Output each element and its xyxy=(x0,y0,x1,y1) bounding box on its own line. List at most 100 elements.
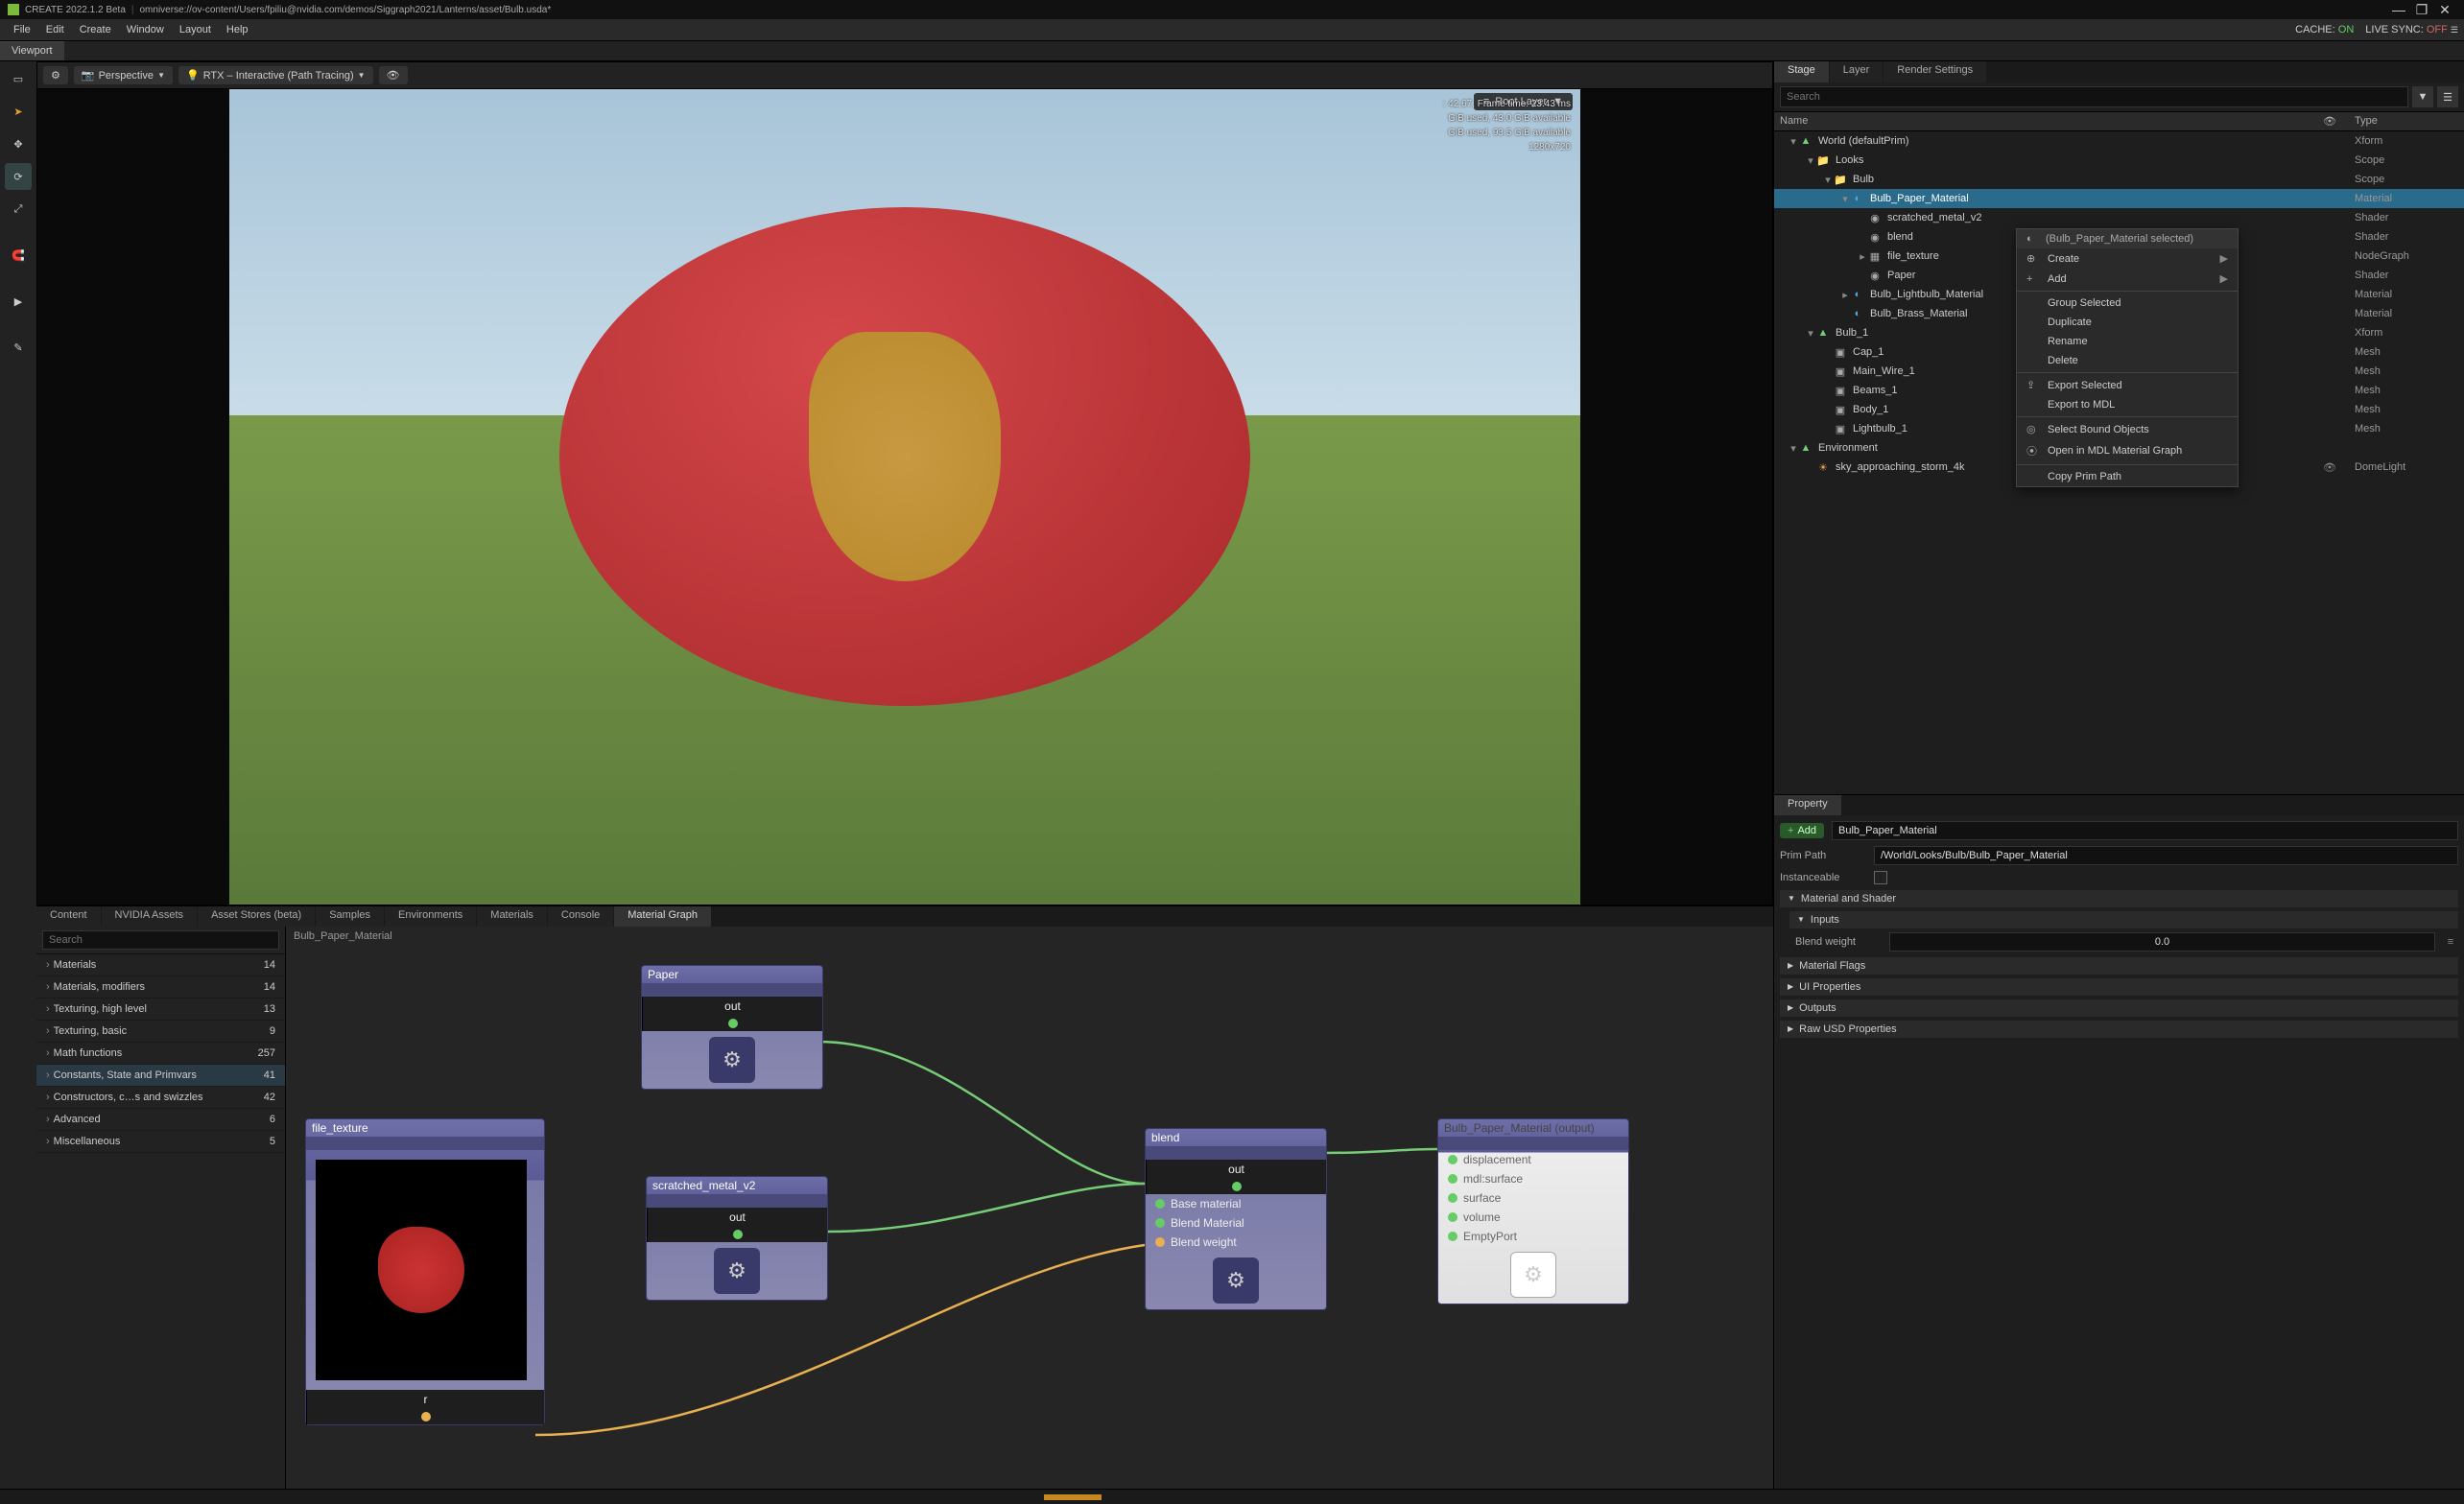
blend-weight-field[interactable]: 0.0 xyxy=(1889,932,2435,952)
livesync-status[interactable]: LIVE SYNC: OFF ☰ xyxy=(2365,24,2458,35)
section-inputs[interactable]: ▼Inputs xyxy=(1789,911,2458,928)
matlib-item[interactable]: ›Miscellaneous5 xyxy=(36,1131,285,1153)
tree-row[interactable]: ▾◐Bulb_Paper_MaterialMaterial xyxy=(1774,189,2464,208)
graph-breadcrumb[interactable]: Bulb_Paper_Material xyxy=(294,930,392,942)
timeline-marker[interactable] xyxy=(1044,1494,1102,1500)
visibility-toggle[interactable]: 👁 xyxy=(379,66,408,84)
brush-tool[interactable]: ✎ xyxy=(5,334,32,361)
tab-content[interactable]: Content xyxy=(36,906,101,927)
menu-help[interactable]: Help xyxy=(219,24,256,35)
menu-file[interactable]: File xyxy=(6,24,38,35)
port-volume[interactable]: volume xyxy=(1438,1208,1628,1227)
ctxmenu-item[interactable]: ⇪Export Selected xyxy=(2017,375,2238,395)
section-material-flags[interactable]: ▶Material Flags xyxy=(1780,957,2458,975)
gear-icon[interactable]: ⚙ xyxy=(1213,1257,1259,1304)
menu-window[interactable]: Window xyxy=(119,24,172,35)
tab-material-graph[interactable]: Material Graph xyxy=(614,906,711,927)
ctxmenu-item[interactable]: Delete xyxy=(2017,351,2238,370)
minimize-button[interactable]: — xyxy=(2387,2,2410,17)
add-button[interactable]: +Add xyxy=(1780,823,1824,838)
matlib-search-input[interactable] xyxy=(42,930,279,950)
ctxmenu-item[interactable]: ⊕Create▶ xyxy=(2017,248,2238,269)
matlib-item[interactable]: ›Materials, modifiers14 xyxy=(36,976,285,999)
stage-options-button[interactable]: ☰ xyxy=(2437,86,2458,107)
context-menu[interactable]: ◐(Bulb_Paper_Material selected) ⊕Create▶… xyxy=(2016,228,2239,487)
tab-nvidia-assets[interactable]: NVIDIA Assets xyxy=(102,906,198,927)
tab-samples[interactable]: Samples xyxy=(316,906,384,927)
matlib-item[interactable]: ›Texturing, basic9 xyxy=(36,1021,285,1043)
ctxmenu-item[interactable]: Export to MDL xyxy=(2017,395,2238,414)
port-out[interactable]: out xyxy=(647,1208,827,1242)
section-material-shader[interactable]: ▼Material and Shader xyxy=(1780,890,2458,907)
ctxmenu-item[interactable]: Copy Prim Path xyxy=(2017,467,2238,486)
close-button[interactable]: ✕ xyxy=(2433,2,2456,18)
port-surface[interactable]: surface xyxy=(1438,1188,1628,1208)
menu-edit[interactable]: Edit xyxy=(38,24,72,35)
tab-console[interactable]: Console xyxy=(548,906,613,927)
stage-search-input[interactable] xyxy=(1780,86,2408,107)
scale-tool[interactable]: ⤢ xyxy=(5,196,32,223)
port-out[interactable]: out xyxy=(642,997,822,1031)
ctxmenu-item[interactable]: +Add▶ xyxy=(2017,269,2238,289)
tab-viewport[interactable]: Viewport xyxy=(0,41,64,60)
rotate-tool[interactable]: ⟳ xyxy=(5,163,32,190)
menu-layout[interactable]: Layout xyxy=(172,24,219,35)
port-out[interactable]: out xyxy=(1146,1160,1326,1194)
menu-create[interactable]: Create xyxy=(72,24,119,35)
gear-icon[interactable]: ⚙ xyxy=(709,1037,755,1083)
tree-row[interactable]: ▾📁BulbScope xyxy=(1774,170,2464,189)
matlib-item[interactable]: ›Texturing, high level13 xyxy=(36,999,285,1021)
port-base-material[interactable]: Base material xyxy=(1146,1194,1326,1213)
section-raw-usd[interactable]: ▶Raw USD Properties xyxy=(1780,1021,2458,1038)
port-r[interactable]: r xyxy=(306,1390,544,1424)
matlib-item[interactable]: ›Constructors, c…s and swizzles42 xyxy=(36,1087,285,1109)
port-blend-weight[interactable]: Blend weight xyxy=(1146,1233,1326,1252)
move-tool[interactable]: ✥ xyxy=(5,130,32,157)
section-ui-properties[interactable]: ▶UI Properties xyxy=(1780,978,2458,996)
tab-layer[interactable]: Layer xyxy=(1830,61,1884,82)
matlib-item[interactable]: ›Advanced6 xyxy=(36,1109,285,1131)
ctxmenu-item[interactable]: Duplicate xyxy=(2017,313,2238,332)
matlib-item[interactable]: ›Math functions257 xyxy=(36,1043,285,1065)
ctxmenu-item[interactable]: ⦿Open in MDL Material Graph xyxy=(2017,439,2238,462)
matlib-item[interactable]: ›Materials14 xyxy=(36,954,285,976)
camera-dropdown[interactable]: 📷 Perspective ▼ xyxy=(74,66,173,84)
snap-tool[interactable]: 🧲 xyxy=(5,242,32,269)
ctxmenu-item[interactable]: Group Selected xyxy=(2017,294,2238,313)
tree-row[interactable]: ▾▲World (defaultPrim)Xform xyxy=(1774,131,2464,151)
renderer-dropdown[interactable]: 💡 RTX – Interactive (Path Tracing) ▼ xyxy=(178,66,373,84)
select-tool[interactable]: ▭ xyxy=(5,65,32,92)
gear-icon[interactable]: ⚙ xyxy=(714,1248,760,1294)
maximize-button[interactable]: ❐ xyxy=(2410,2,2433,18)
primpath-field[interactable]: /World/Looks/Bulb/Bulb_Paper_Material xyxy=(1874,846,2458,865)
tree-row[interactable]: ▾📁LooksScope xyxy=(1774,151,2464,170)
tab-materials[interactable]: Materials xyxy=(477,906,547,927)
viewport-3d[interactable]: ≡Root Layer▼ : 42.67, Frame time: 23.43 … xyxy=(229,89,1580,905)
stage-filter-button[interactable]: ▼ xyxy=(2412,86,2433,107)
tab-property[interactable]: Property xyxy=(1774,795,1841,815)
node-scratched-metal[interactable]: scratched_metal_v2 out ⚙ xyxy=(646,1176,828,1301)
ctxmenu-item[interactable]: Rename xyxy=(2017,332,2238,351)
material-graph-canvas[interactable]: Bulb_Paper_Material Paper out ⚙ file_te xyxy=(286,927,1773,1489)
arrow-tool[interactable]: ➤ xyxy=(5,98,32,125)
blend-weight-slider[interactable]: ≡ xyxy=(2443,936,2458,948)
viewport-settings-button[interactable]: ⚙ xyxy=(43,66,68,84)
section-outputs[interactable]: ▶Outputs xyxy=(1780,999,2458,1017)
node-blend[interactable]: blend out Base material Blend Material B… xyxy=(1145,1128,1327,1310)
ctxmenu-item[interactable]: ◎Select Bound Objects xyxy=(2017,419,2238,439)
tab-environments[interactable]: Environments xyxy=(385,906,476,927)
tree-row[interactable]: ◉scratched_metal_v2Shader xyxy=(1774,208,2464,227)
port-blend-material[interactable]: Blend Material xyxy=(1146,1213,1326,1233)
node-paper[interactable]: Paper out ⚙ xyxy=(641,965,823,1090)
tab-render-settings[interactable]: Render Settings xyxy=(1884,61,1986,82)
prim-name-field[interactable]: Bulb_Paper_Material xyxy=(1832,821,2458,840)
node-output[interactable]: Bulb_Paper_Material (output) displacemen… xyxy=(1437,1118,1629,1304)
port-empty[interactable]: EmptyPort xyxy=(1438,1227,1628,1246)
tab-asset-stores[interactable]: Asset Stores (beta) xyxy=(198,906,315,927)
port-mdl-surface[interactable]: mdl:surface xyxy=(1438,1169,1628,1188)
play-tool[interactable]: ▶ xyxy=(5,288,32,315)
node-file-texture[interactable]: file_texture r xyxy=(305,1118,545,1425)
tab-stage[interactable]: Stage xyxy=(1774,61,1829,82)
matlib-item[interactable]: ›Constants, State and Primvars41 xyxy=(36,1065,285,1087)
instanceable-checkbox[interactable] xyxy=(1874,871,1887,884)
